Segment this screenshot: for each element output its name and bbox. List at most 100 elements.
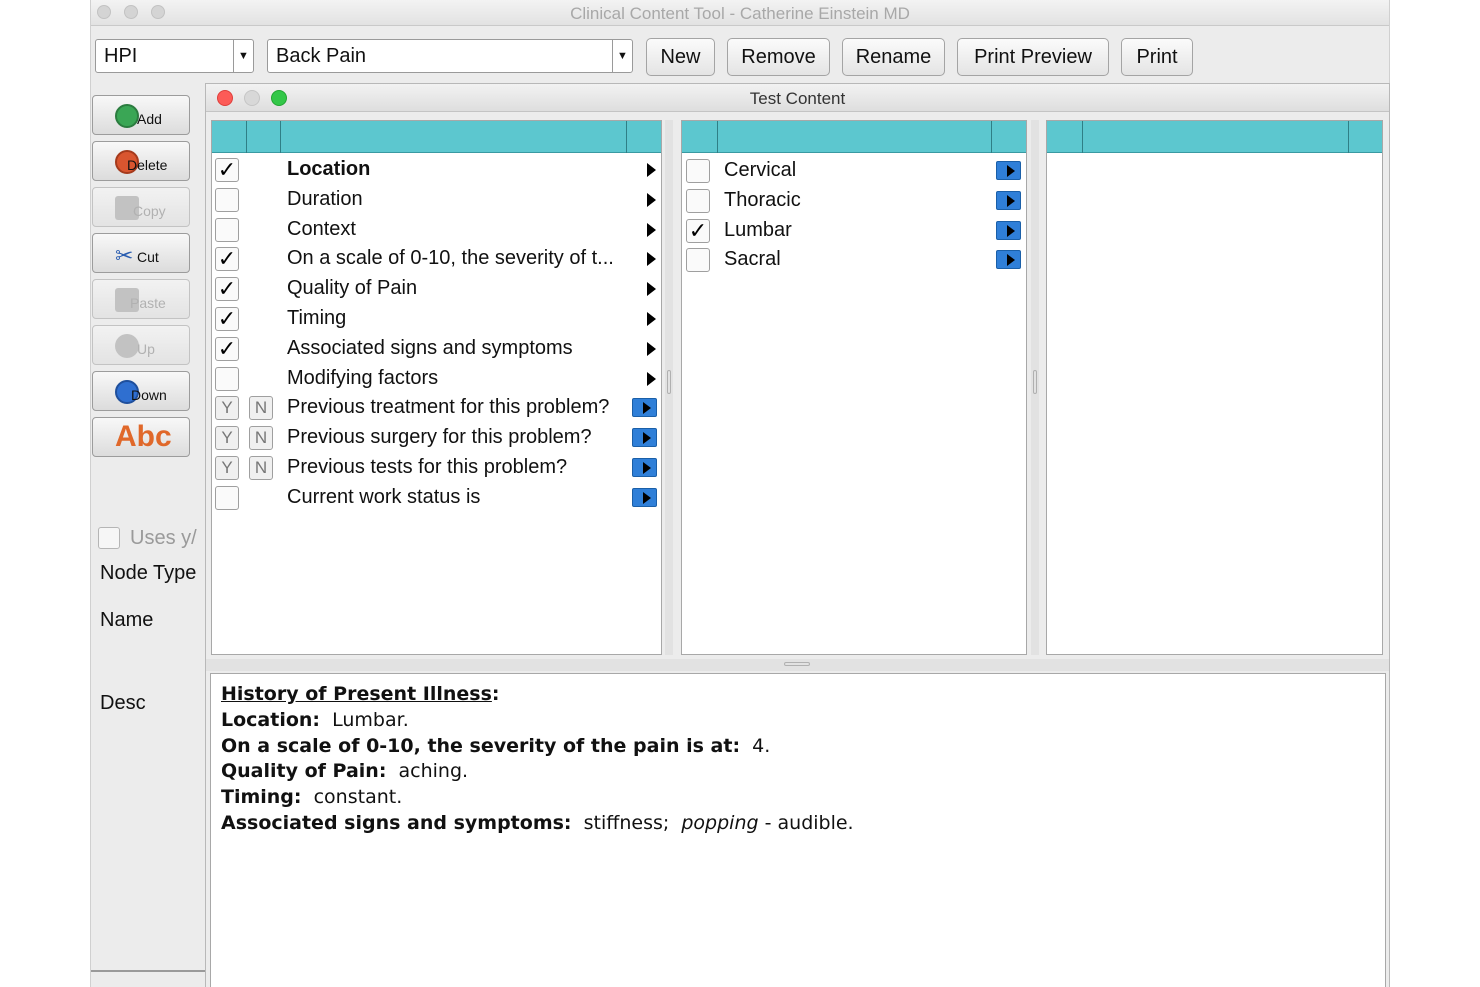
node-type-label: Node Type: [100, 562, 197, 584]
list-item-label: Previous treatment for this problem?: [287, 396, 610, 419]
note-line: Timing: constant.: [221, 785, 1375, 811]
list-item[interactable]: ✓ On a scale of 0-10, the severity of t..…: [212, 244, 661, 274]
list-item[interactable]: Modifying factors: [212, 364, 661, 394]
name-label: Name: [100, 609, 154, 631]
note-preview-text[interactable]: History of Present Illness: Location: Lu…: [210, 673, 1386, 987]
note-line-value: 4.: [752, 734, 771, 757]
divider: [91, 970, 205, 972]
navigate-icon[interactable]: [996, 190, 1021, 210]
item-checkbox[interactable]: ✓: [215, 247, 239, 272]
expand-arrow-icon[interactable]: [647, 222, 656, 237]
item-checkbox[interactable]: [215, 187, 239, 212]
note-line: Quality of Pain: aching.: [221, 759, 1375, 785]
window-title: Clinical Content Tool - Catherine Einste…: [570, 4, 910, 23]
list-item-label: Sacral: [724, 248, 781, 271]
navigate-icon[interactable]: [632, 398, 657, 418]
add-button[interactable]: Add: [92, 95, 190, 135]
list-item[interactable]: Y N Previous treatment for this problem?: [212, 393, 661, 423]
list-item[interactable]: ✓ Lumbar: [682, 216, 1026, 246]
chevron-down-icon[interactable]: ▼: [233, 40, 253, 72]
left-splitter[interactable]: [665, 120, 673, 655]
no-toggle[interactable]: N: [249, 456, 273, 480]
list-item[interactable]: Duration: [212, 185, 661, 215]
chevron-down-icon[interactable]: ▼: [612, 40, 632, 72]
expand-arrow-icon[interactable]: [647, 371, 656, 386]
options-list-pane: Cervical Thoracic ✓ Lumbar Sacral: [681, 120, 1027, 655]
expand-arrow-icon[interactable]: [647, 192, 656, 207]
options-list-header: [682, 121, 1026, 153]
expand-arrow-icon[interactable]: [647, 341, 656, 356]
uses-yes-no-checkbox[interactable]: [98, 527, 120, 549]
cut-button[interactable]: ✂ Cut: [92, 233, 190, 273]
list-item[interactable]: Thoracic: [682, 186, 1026, 216]
sub-options-header: [1047, 121, 1382, 153]
desc-label: Desc: [100, 692, 146, 714]
paste-button[interactable]: Paste: [92, 279, 190, 319]
print-preview-button[interactable]: Print Preview: [957, 38, 1109, 76]
list-item[interactable]: ✓ Timing: [212, 304, 661, 334]
template-select[interactable]: Back Pain ▼: [267, 39, 633, 73]
list-item[interactable]: ✓ Quality of Pain: [212, 274, 661, 304]
new-button[interactable]: New: [646, 38, 715, 76]
yes-toggle[interactable]: Y: [215, 456, 239, 480]
option-checkbox[interactable]: ✓: [686, 218, 710, 243]
uses-yes-no-label: Uses y/: [130, 527, 197, 549]
navigate-icon[interactable]: [996, 250, 1021, 270]
note-line-value: - audible.: [764, 811, 854, 834]
expand-arrow-icon[interactable]: [647, 252, 656, 267]
right-splitter[interactable]: [1031, 120, 1039, 655]
option-checkbox[interactable]: [686, 159, 710, 183]
list-item[interactable]: Y N Previous tests for this problem?: [212, 453, 661, 483]
item-checkbox[interactable]: [215, 217, 239, 242]
up-button[interactable]: Up: [92, 325, 190, 365]
list-item[interactable]: Current work status is: [212, 483, 661, 513]
section-select[interactable]: HPI ▼: [95, 39, 254, 73]
navigate-icon[interactable]: [632, 487, 657, 507]
down-button[interactable]: Down: [92, 371, 190, 411]
list-item[interactable]: Y N Previous surgery for this problem?: [212, 423, 661, 453]
item-checkbox[interactable]: ✓: [215, 336, 239, 361]
navigate-icon[interactable]: [632, 458, 657, 477]
list-item-label: Thoracic: [724, 188, 801, 211]
list-item-label: Previous tests for this problem?: [287, 456, 568, 478]
spell-check-button[interactable]: Abc: [92, 417, 190, 457]
copy-button[interactable]: Copy: [92, 187, 190, 227]
list-item[interactable]: ✓ Associated signs and symptoms: [212, 334, 661, 364]
item-checkbox[interactable]: [215, 366, 239, 391]
list-item-label: Previous surgery for this problem?: [287, 426, 592, 449]
rename-button[interactable]: Rename: [842, 38, 945, 76]
note-line-value-italic: popping: [681, 811, 759, 834]
item-checkbox[interactable]: ✓: [215, 277, 239, 302]
yes-toggle[interactable]: Y: [215, 426, 239, 451]
item-checkbox[interactable]: ✓: [215, 158, 239, 182]
navigate-icon[interactable]: [632, 428, 657, 448]
items-list-pane: ✓ Location Duration Context ✓ On a scale of 0…: [211, 120, 662, 655]
expand-arrow-icon[interactable]: [647, 282, 656, 297]
horizontal-splitter[interactable]: [206, 659, 1389, 671]
list-item[interactable]: Cervical: [682, 156, 1026, 186]
expand-arrow-icon[interactable]: [647, 312, 656, 326]
list-item[interactable]: Context: [212, 215, 661, 245]
no-toggle[interactable]: N: [249, 396, 273, 421]
option-checkbox[interactable]: [686, 188, 710, 213]
list-item[interactable]: ✓ Location: [212, 155, 661, 185]
note-line-label: Location:: [221, 708, 321, 731]
note-line-label: On a scale of 0-10, the severity of the …: [221, 734, 741, 757]
note-line: Associated signs and symptoms: stiffness…: [221, 811, 1375, 837]
no-toggle[interactable]: N: [249, 426, 273, 451]
option-checkbox[interactable]: [686, 248, 710, 273]
item-checkbox[interactable]: ✓: [215, 307, 239, 331]
list-item[interactable]: Sacral: [682, 245, 1026, 275]
navigate-icon[interactable]: [996, 161, 1021, 180]
delete-button[interactable]: Delete: [92, 141, 190, 181]
note-line: On a scale of 0-10, the severity of the …: [221, 734, 1375, 760]
test-content-dialog: Test Content ✓ Location Duration Context ✓ On…: [205, 83, 1390, 987]
list-item-label: Location: [287, 158, 371, 180]
item-checkbox[interactable]: [215, 485, 239, 510]
list-item-label: Timing: [287, 307, 347, 329]
navigate-icon[interactable]: [996, 220, 1021, 240]
remove-button[interactable]: Remove: [727, 38, 830, 76]
yes-toggle[interactable]: Y: [215, 396, 239, 421]
expand-arrow-icon[interactable]: [647, 163, 656, 177]
print-button[interactable]: Print: [1121, 38, 1193, 76]
